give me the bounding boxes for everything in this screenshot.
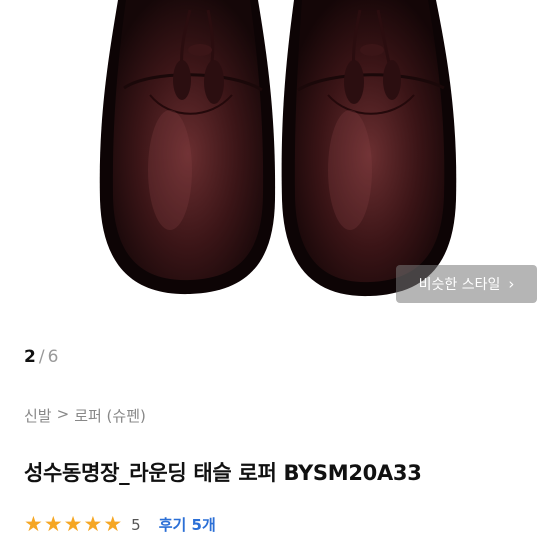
similar-style-button[interactable]: 비슷한 스타일 › <box>396 265 537 303</box>
star-icon: ★ <box>43 512 63 536</box>
chevron-right-icon: › <box>508 274 515 293</box>
breadcrumb-category[interactable]: 신발 <box>24 405 52 426</box>
review-count-link[interactable]: 후기 5개 <box>159 514 216 535</box>
star-icon: ★ <box>63 512 83 536</box>
product-title: 성수동명장_라운딩 태슬 로퍼 BYSM20A33 <box>24 461 422 485</box>
image-page-indicator: 2/6 <box>24 347 58 367</box>
similar-style-label: 비슷한 스타일 <box>418 277 501 293</box>
rating-row: ★ ★ ★ ★ ★ 5 후기 5개 <box>24 514 216 535</box>
rating-value: 5 <box>131 515 141 534</box>
current-page: 2 <box>24 347 36 367</box>
total-pages: 6 <box>47 347 59 367</box>
breadcrumb-subcategory[interactable]: 로퍼 (슈펜) <box>74 405 146 426</box>
right-shoe <box>281 0 457 297</box>
star-icon: ★ <box>83 512 103 536</box>
star-rating: ★ ★ ★ ★ ★ <box>24 514 122 535</box>
star-icon: ★ <box>24 512 43 536</box>
product-image[interactable]: 비슷한 스타일 › <box>0 0 559 318</box>
breadcrumb: 신발 > 로퍼 (슈펜) <box>24 405 146 426</box>
page-separator: / <box>38 347 45 367</box>
star-icon: ★ <box>103 512 123 536</box>
breadcrumb-arrow: > <box>56 405 70 423</box>
left-shoe <box>99 0 276 295</box>
